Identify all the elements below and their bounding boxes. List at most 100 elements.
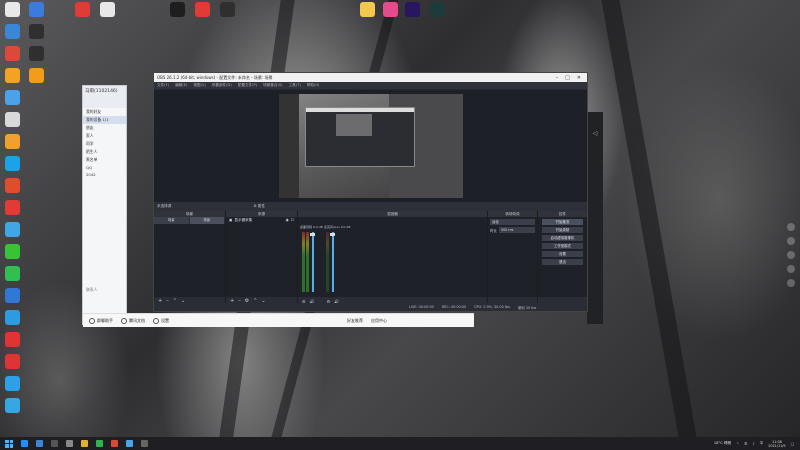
desktop-shortcut[interactable]: [24, 68, 48, 84]
desktop-shortcut[interactable]: [215, 2, 239, 18]
taskbar-app-icon[interactable]: [66, 440, 73, 447]
desktop-shortcut[interactable]: [24, 46, 48, 62]
control-button[interactable]: 设置: [542, 251, 583, 257]
qq-list-item[interactable]: 家人: [83, 132, 126, 140]
close-button[interactable]: ✕: [577, 75, 581, 81]
chevron-up-icon[interactable]: ⌃: [736, 442, 739, 446]
desktop-shortcut[interactable]: [0, 24, 24, 40]
desktop-shortcut[interactable]: [0, 156, 24, 172]
control-button[interactable]: 工作室模式: [542, 243, 583, 249]
taskbar-app-icon[interactable]: [141, 440, 148, 447]
float-button[interactable]: [787, 265, 795, 273]
lock-icon[interactable]: ☐: [291, 218, 294, 223]
menu-item[interactable]: 帮助(H): [307, 83, 320, 88]
desktop-shortcut[interactable]: [0, 200, 24, 216]
share-icon[interactable]: ◁: [587, 130, 603, 137]
desktop-shortcut[interactable]: [0, 354, 24, 370]
scene-tab-active[interactable]: 场景: [189, 217, 225, 224]
desktop-shortcut[interactable]: [0, 90, 24, 106]
weather-widget[interactable]: 18°C 晴朗: [714, 441, 731, 446]
taskbar-app-icon[interactable]: [36, 440, 43, 447]
control-button[interactable]: 退出: [542, 259, 583, 265]
qq-list-item[interactable]: 黑名单: [83, 156, 126, 164]
clock[interactable]: 11:08 2021/11/9: [768, 440, 785, 448]
desktop-shortcut[interactable]: [24, 24, 48, 40]
qq-list-item[interactable]: 我的设备 1/1: [83, 116, 126, 124]
float-button[interactable]: [787, 223, 795, 231]
menu-item[interactable]: 停靠部件(D): [212, 83, 232, 88]
menu-item[interactable]: 场景集合(S): [263, 83, 282, 88]
control-button[interactable]: 开始推流: [542, 219, 583, 225]
menu-item[interactable]: 视图(V): [193, 83, 205, 88]
speaker-icon[interactable]: ♪: [752, 442, 754, 446]
desktop-shortcut[interactable]: [0, 288, 24, 304]
volume-fader[interactable]: [312, 232, 314, 292]
duration-input[interactable]: 300 ms: [498, 227, 535, 233]
menu-item[interactable]: 工具(T): [289, 83, 301, 88]
control-button[interactable]: 开始录制: [542, 227, 583, 233]
desktop-shortcut[interactable]: [0, 222, 24, 238]
qq-list-item[interactable]: 同学: [83, 140, 126, 148]
qq-list-item[interactable]: 朋友: [83, 124, 126, 132]
network-icon[interactable]: ☰: [744, 442, 747, 446]
desktop-shortcut[interactable]: [95, 2, 119, 18]
app-bar-item[interactable]: 好友推荐: [347, 318, 363, 324]
start-button[interactable]: [5, 439, 13, 448]
scene-tab[interactable]: 场景: [154, 217, 190, 224]
minimize-button[interactable]: –: [556, 75, 559, 81]
float-button[interactable]: [787, 251, 795, 259]
desktop-shortcut[interactable]: [400, 2, 424, 18]
desktop-shortcut[interactable]: [355, 2, 379, 18]
app-bar-item[interactable]: 应用中心: [371, 318, 387, 324]
menu-item[interactable]: 配置文件(P): [238, 83, 257, 88]
desktop-shortcut[interactable]: [425, 2, 449, 18]
desktop-shortcut[interactable]: [0, 112, 24, 128]
desktop-shortcut[interactable]: [70, 2, 94, 18]
desktop-shortcut[interactable]: [0, 178, 24, 194]
control-button[interactable]: 启动虚拟摄像机: [542, 235, 583, 241]
menu-item[interactable]: 文件(F): [157, 83, 169, 88]
fader-handle[interactable]: [330, 233, 335, 236]
desktop-shortcut[interactable]: [0, 2, 24, 18]
desktop-shortcut[interactable]: [0, 398, 24, 414]
volume-fader[interactable]: [332, 232, 334, 292]
app-bar-item[interactable]: 腾讯文档: [121, 317, 145, 324]
qq-list-item[interactable]: 2042: [83, 171, 126, 178]
desktop-shortcut[interactable]: [0, 266, 24, 282]
app-bar-item[interactable]: 设置: [153, 317, 169, 324]
desktop-shortcut[interactable]: [0, 244, 24, 260]
desktop-shortcut[interactable]: [0, 68, 24, 84]
app-bar-item[interactable]: 群聊助手: [89, 317, 113, 324]
maximize-button[interactable]: □: [565, 75, 570, 81]
float-button[interactable]: [787, 237, 795, 245]
qq-list-item[interactable]: 陌生人: [83, 148, 126, 156]
desktop-shortcut[interactable]: [0, 376, 24, 392]
notification-icon[interactable]: □: [791, 442, 794, 446]
fader-handle[interactable]: [310, 233, 315, 236]
properties-button[interactable]: ⚙ 属性: [253, 204, 265, 209]
qq-list-item[interactable]: 我的好友: [83, 108, 126, 116]
taskbar-app-icon[interactable]: [111, 440, 118, 447]
taskbar-app-icon[interactable]: [21, 440, 28, 447]
taskbar-app-icon[interactable]: [126, 440, 133, 447]
float-button[interactable]: [787, 279, 795, 287]
qq-window[interactable]: 马雨(1102146) 我的好友 我的设备 1/1 朋友 家人 同学 陌生人 黑名单 QQ 20…: [82, 85, 127, 325]
taskbar-app-icon[interactable]: [51, 440, 58, 447]
desktop-shortcut[interactable]: [378, 2, 402, 18]
qq-list-item[interactable]: QQ: [83, 164, 126, 171]
taskbar-app-icon[interactable]: [81, 440, 88, 447]
desktop-shortcut[interactable]: [0, 46, 24, 62]
desktop-shortcut[interactable]: [0, 134, 24, 150]
menu-item[interactable]: 编辑(E): [175, 83, 187, 88]
desktop-shortcut[interactable]: [24, 2, 48, 18]
desktop-shortcut[interactable]: [0, 332, 24, 348]
eye-icon[interactable]: ◉: [286, 218, 289, 223]
source-item[interactable]: ▣ 显示器采集 ◉ ☐: [226, 217, 297, 224]
taskbar-app-icon[interactable]: [96, 440, 103, 447]
ime-indicator[interactable]: 中: [760, 441, 764, 446]
desktop-shortcut[interactable]: [190, 2, 214, 18]
obs-preview-canvas[interactable]: [279, 94, 463, 198]
transition-select[interactable]: 淡化: [490, 219, 535, 225]
desktop-shortcut[interactable]: [0, 310, 24, 326]
desktop-shortcut[interactable]: [165, 2, 189, 18]
